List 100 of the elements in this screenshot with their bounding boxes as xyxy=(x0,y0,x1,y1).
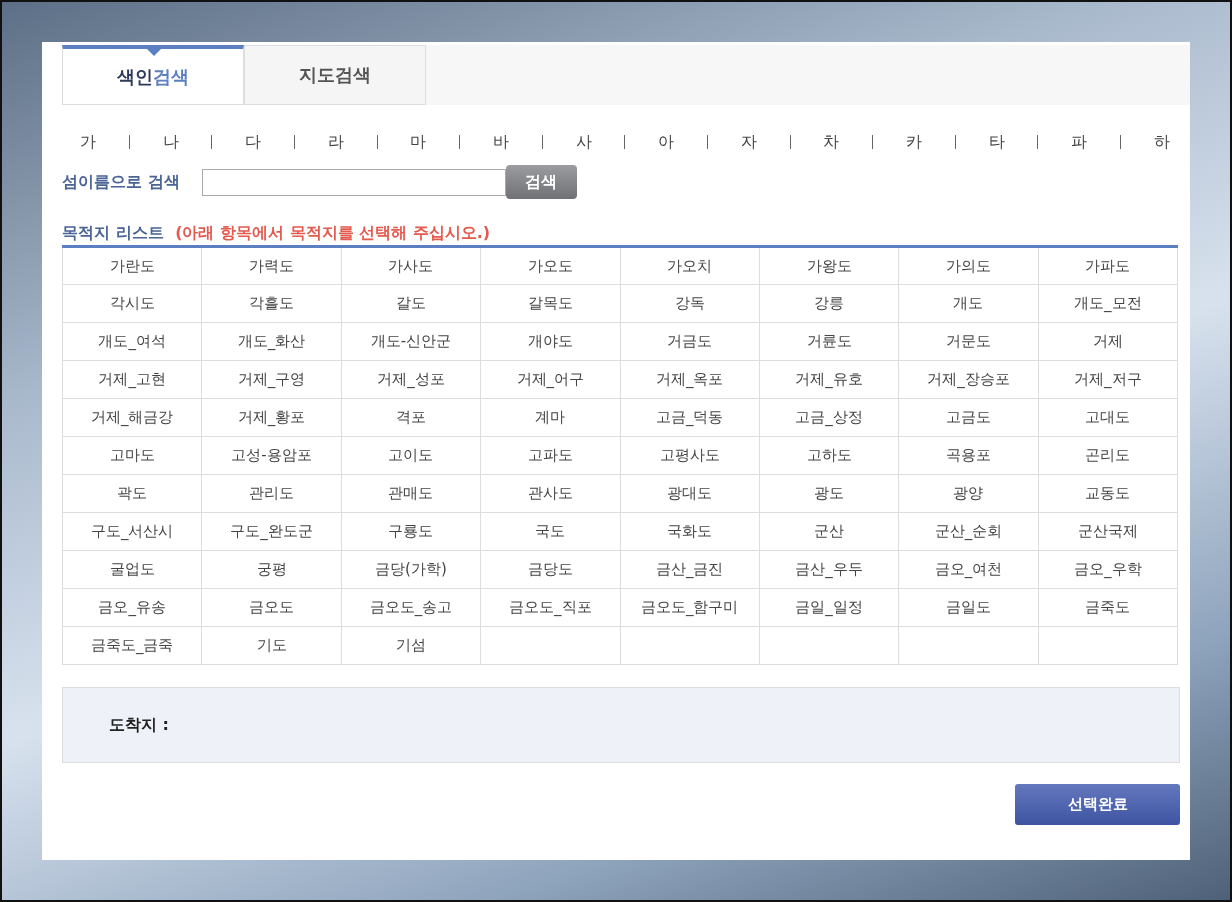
destination-cell[interactable]: 거금도 xyxy=(620,322,760,361)
index-letter-link[interactable]: 다 xyxy=(245,131,262,153)
destination-cell[interactable]: 개도_여석 xyxy=(62,322,202,361)
destination-cell[interactable]: 개도_화산 xyxy=(201,322,342,361)
destination-cell[interactable]: 금일_일정 xyxy=(759,588,899,627)
destination-cell[interactable]: 군산국제 xyxy=(1038,512,1178,551)
destination-cell[interactable]: 광대도 xyxy=(620,474,760,513)
destination-cell[interactable]: 교동도 xyxy=(1038,474,1178,513)
destination-cell[interactable]: 국도 xyxy=(480,512,620,551)
destination-cell[interactable]: 거제_구영 xyxy=(201,360,342,399)
destination-cell[interactable]: 금오_우학 xyxy=(1038,550,1178,589)
destination-cell[interactable]: 금당(가학) xyxy=(341,550,481,589)
destination-cell[interactable]: 금오도_송고 xyxy=(341,588,481,627)
destination-cell[interactable]: 금오_여천 xyxy=(898,550,1039,589)
destination-cell[interactable]: 고평사도 xyxy=(620,436,760,475)
destination-cell[interactable]: 개야도 xyxy=(480,322,620,361)
destination-cell[interactable]: 금당도 xyxy=(480,550,620,589)
index-letter-link[interactable]: 마 xyxy=(410,131,427,153)
destination-cell[interactable]: 굴업도 xyxy=(62,550,202,589)
destination-cell[interactable]: 구도_완도군 xyxy=(201,512,342,551)
tab[interactable]: 지도검색 xyxy=(244,45,426,105)
destination-cell[interactable]: 개도-신안군 xyxy=(341,322,481,361)
index-letter-link[interactable]: 라 xyxy=(327,131,344,153)
destination-cell[interactable]: 군산_순회 xyxy=(898,512,1039,551)
tab[interactable]: 색인검색 xyxy=(62,45,244,105)
index-letter-link[interactable]: 나 xyxy=(162,131,179,153)
destination-cell[interactable]: 가오도 xyxy=(480,246,620,285)
index-letter-link[interactable]: 차 xyxy=(823,131,840,153)
destination-cell[interactable]: 국화도 xyxy=(620,512,760,551)
destination-cell[interactable]: 금오도_함구미 xyxy=(620,588,760,627)
destination-cell[interactable]: 궁평 xyxy=(201,550,342,589)
destination-cell[interactable]: 고하도 xyxy=(759,436,899,475)
destination-cell[interactable]: 금산_금진 xyxy=(620,550,760,589)
destination-cell[interactable]: 거제_장승포 xyxy=(898,360,1039,399)
destination-cell[interactable]: 거문도 xyxy=(898,322,1039,361)
destination-cell[interactable]: 거제_저구 xyxy=(1038,360,1178,399)
destination-cell[interactable]: 개도 xyxy=(898,284,1039,323)
destination-cell[interactable]: 가파도 xyxy=(1038,246,1178,285)
search-field[interactable] xyxy=(201,168,506,196)
destination-cell[interactable]: 고마도 xyxy=(62,436,202,475)
index-letter-link[interactable]: 가 xyxy=(80,131,96,153)
destination-cell[interactable]: 금일도 xyxy=(898,588,1039,627)
destination-cell[interactable]: 고파도 xyxy=(480,436,620,475)
destination-cell[interactable]: 고금도 xyxy=(898,398,1039,437)
destination-cell[interactable]: 각흘도 xyxy=(201,284,342,323)
destination-cell[interactable]: 구룡도 xyxy=(341,512,481,551)
destination-cell[interactable]: 가사도 xyxy=(341,246,481,285)
index-letter-link[interactable]: 파 xyxy=(1071,131,1088,153)
destination-cell[interactable]: 거륜도 xyxy=(759,322,899,361)
destination-cell[interactable]: 금죽도 xyxy=(1038,588,1178,627)
destination-cell[interactable]: 거제_유호 xyxy=(759,360,899,399)
destination-cell[interactable]: 각시도 xyxy=(62,284,202,323)
destination-cell[interactable]: 곡용포 xyxy=(898,436,1039,475)
destination-cell[interactable]: 계마 xyxy=(480,398,620,437)
destination-cell[interactable]: 곤리도 xyxy=(1038,436,1178,475)
destination-cell[interactable]: 거제_어구 xyxy=(480,360,620,399)
index-letter-link[interactable]: 자 xyxy=(740,131,757,153)
destination-cell[interactable]: 금오_유송 xyxy=(62,588,202,627)
destination-cell[interactable]: 고금_덕동 xyxy=(620,398,760,437)
destination-cell[interactable]: 금오도_직포 xyxy=(480,588,620,627)
destination-cell[interactable]: 가왕도 xyxy=(759,246,899,285)
destination-cell[interactable]: 기도 xyxy=(201,626,342,665)
confirm-button[interactable]: 선택완료 xyxy=(1015,784,1180,825)
destination-cell[interactable]: 개도_모전 xyxy=(1038,284,1178,323)
destination-cell[interactable]: 광도 xyxy=(759,474,899,513)
destination-cell[interactable]: 거제 xyxy=(1038,322,1178,361)
destination-cell[interactable]: 광양 xyxy=(898,474,1039,513)
destination-cell[interactable]: 갈목도 xyxy=(480,284,620,323)
destination-cell[interactable]: 가오치 xyxy=(620,246,760,285)
destination-cell[interactable]: 거제_고현 xyxy=(62,360,202,399)
destination-cell[interactable]: 고이도 xyxy=(341,436,481,475)
destination-cell[interactable]: 강릉 xyxy=(759,284,899,323)
destination-cell[interactable]: 거제_황포 xyxy=(201,398,342,437)
destination-cell[interactable]: 관사도 xyxy=(480,474,620,513)
destination-cell[interactable]: 고대도 xyxy=(1038,398,1178,437)
destination-cell[interactable]: 금산_우두 xyxy=(759,550,899,589)
search-button[interactable]: 검색 xyxy=(505,165,577,199)
destination-cell[interactable]: 거제_성포 xyxy=(341,360,481,399)
destination-cell[interactable]: 금오도 xyxy=(201,588,342,627)
destination-cell[interactable]: 관리도 xyxy=(201,474,342,513)
index-letter-link[interactable]: 아 xyxy=(658,131,675,153)
destination-cell[interactable]: 갈도 xyxy=(341,284,481,323)
index-letter-link[interactable]: 카 xyxy=(905,131,922,153)
destination-cell[interactable]: 금죽도_금죽 xyxy=(62,626,202,665)
index-letter-link[interactable]: 바 xyxy=(492,131,509,153)
destination-cell[interactable]: 고성-용암포 xyxy=(201,436,342,475)
destination-cell[interactable]: 곽도 xyxy=(62,474,202,513)
destination-cell[interactable]: 격포 xyxy=(341,398,481,437)
index-letter-link[interactable]: 하 xyxy=(1153,131,1170,153)
destination-cell[interactable]: 고금_상정 xyxy=(759,398,899,437)
destination-cell[interactable]: 거제_해금강 xyxy=(62,398,202,437)
destination-cell[interactable]: 군산 xyxy=(759,512,899,551)
index-letter-link[interactable]: 타 xyxy=(988,131,1005,153)
destination-cell[interactable]: 기섬 xyxy=(341,626,481,665)
destination-cell[interactable]: 거제_옥포 xyxy=(620,360,760,399)
destination-cell[interactable]: 가의도 xyxy=(898,246,1039,285)
index-letter-link[interactable]: 사 xyxy=(575,131,592,153)
destination-cell[interactable]: 구도_서산시 xyxy=(62,512,202,551)
destination-cell[interactable]: 가란도 xyxy=(62,246,202,285)
destination-cell[interactable]: 관매도 xyxy=(341,474,481,513)
